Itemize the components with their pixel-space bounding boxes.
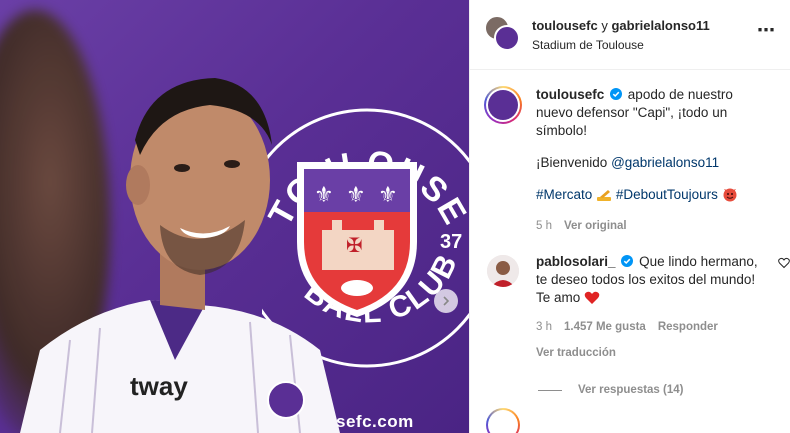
welcome-text: ¡Bienvenido <box>536 155 612 170</box>
comment-item: pablosolari_ Que lindo hermano, te deseo… <box>470 235 790 362</box>
caption-body: toulousefc apodo de nuestro nuevo defens… <box>536 86 766 235</box>
more-options-icon[interactable]: ⋯ <box>757 20 776 49</box>
svg-text:⚜: ⚜ <box>346 183 366 208</box>
heart-outline-icon[interactable] <box>778 257 790 269</box>
player-photo: tway <box>20 78 340 433</box>
post-authors: toulousefc y gabrielalonso11 Stadium de … <box>532 18 757 52</box>
comment-username[interactable]: pablosolari_ <box>536 254 616 269</box>
comment-likes[interactable]: 1.457 Me gusta <box>564 321 646 333</box>
hashtag-debouttoujours[interactable]: #DeboutToujours <box>616 187 718 202</box>
commenter-photo-icon <box>487 255 519 287</box>
view-replies-label: Ver respuestas (14) <box>578 384 684 396</box>
replies-divider-line <box>538 389 562 391</box>
avatar-toulousefc[interactable] <box>494 24 520 51</box>
post-header: toulousefc y gabrielalonso11 Stadium de … <box>470 0 790 70</box>
hashtag-mercato[interactable]: #Mercato <box>536 187 592 202</box>
author-connector: y <box>597 17 612 33</box>
caption-meta: 5 h Ver original <box>536 217 766 235</box>
caption-username[interactable]: toulousefc <box>536 87 604 102</box>
post-image[interactable]: TOULOUSE BALL CLUB 37 ⚜⚜⚜ ✠ tway <box>0 0 469 433</box>
comment-time: 3 h <box>536 321 552 333</box>
verified-badge-icon <box>610 88 623 100</box>
reply-button[interactable]: Responder <box>658 321 718 333</box>
author-link-gabrielalonso11[interactable]: gabrielalonso11 <box>611 18 709 33</box>
mention-gabrielalonso11[interactable]: @gabrielalonso11 <box>611 155 719 170</box>
crest-number: 37 <box>440 231 462 253</box>
comment-body: pablosolari_ Que lindo hermano, te deseo… <box>536 253 770 362</box>
author-link-toulousefc[interactable]: toulousefc <box>532 18 598 33</box>
verified-badge-icon <box>621 255 634 267</box>
next-image-button[interactable] <box>434 289 458 313</box>
chevron-right-icon <box>443 296 450 306</box>
toulousefc-logo-icon <box>488 90 518 120</box>
club-website-text: sefc.com <box>336 412 414 431</box>
location-link[interactable]: Stadium de Toulouse <box>532 38 757 52</box>
author-names: toulousefc y gabrielalonso11 <box>532 18 757 33</box>
commenter-avatar[interactable] <box>487 255 519 287</box>
see-original-button[interactable]: Ver original <box>564 220 627 232</box>
caption-avatar[interactable] <box>484 86 522 124</box>
devil-face-icon <box>722 186 738 207</box>
see-translation-button[interactable]: Ver traducción <box>536 344 770 362</box>
comment-meta: 3 h 1.457 Me gusta Responder <box>536 318 770 336</box>
writing-hand-icon <box>596 188 612 207</box>
post-details-panel: toulousefc y gabrielalonso11 Stadium de … <box>469 0 790 433</box>
collab-avatars[interactable] <box>484 14 524 55</box>
caption: toulousefc apodo de nuestro nuevo defens… <box>470 70 790 235</box>
svg-text:⚜: ⚜ <box>378 183 398 208</box>
shirt-sponsor: tway <box>130 371 188 401</box>
view-replies-button[interactable]: Ver respuestas (14) <box>538 384 790 396</box>
caption-time: 5 h <box>536 220 552 232</box>
svg-text:✠: ✠ <box>346 233 363 257</box>
next-comment-avatar[interactable] <box>486 408 520 433</box>
red-heart-emoji-icon <box>584 291 600 310</box>
